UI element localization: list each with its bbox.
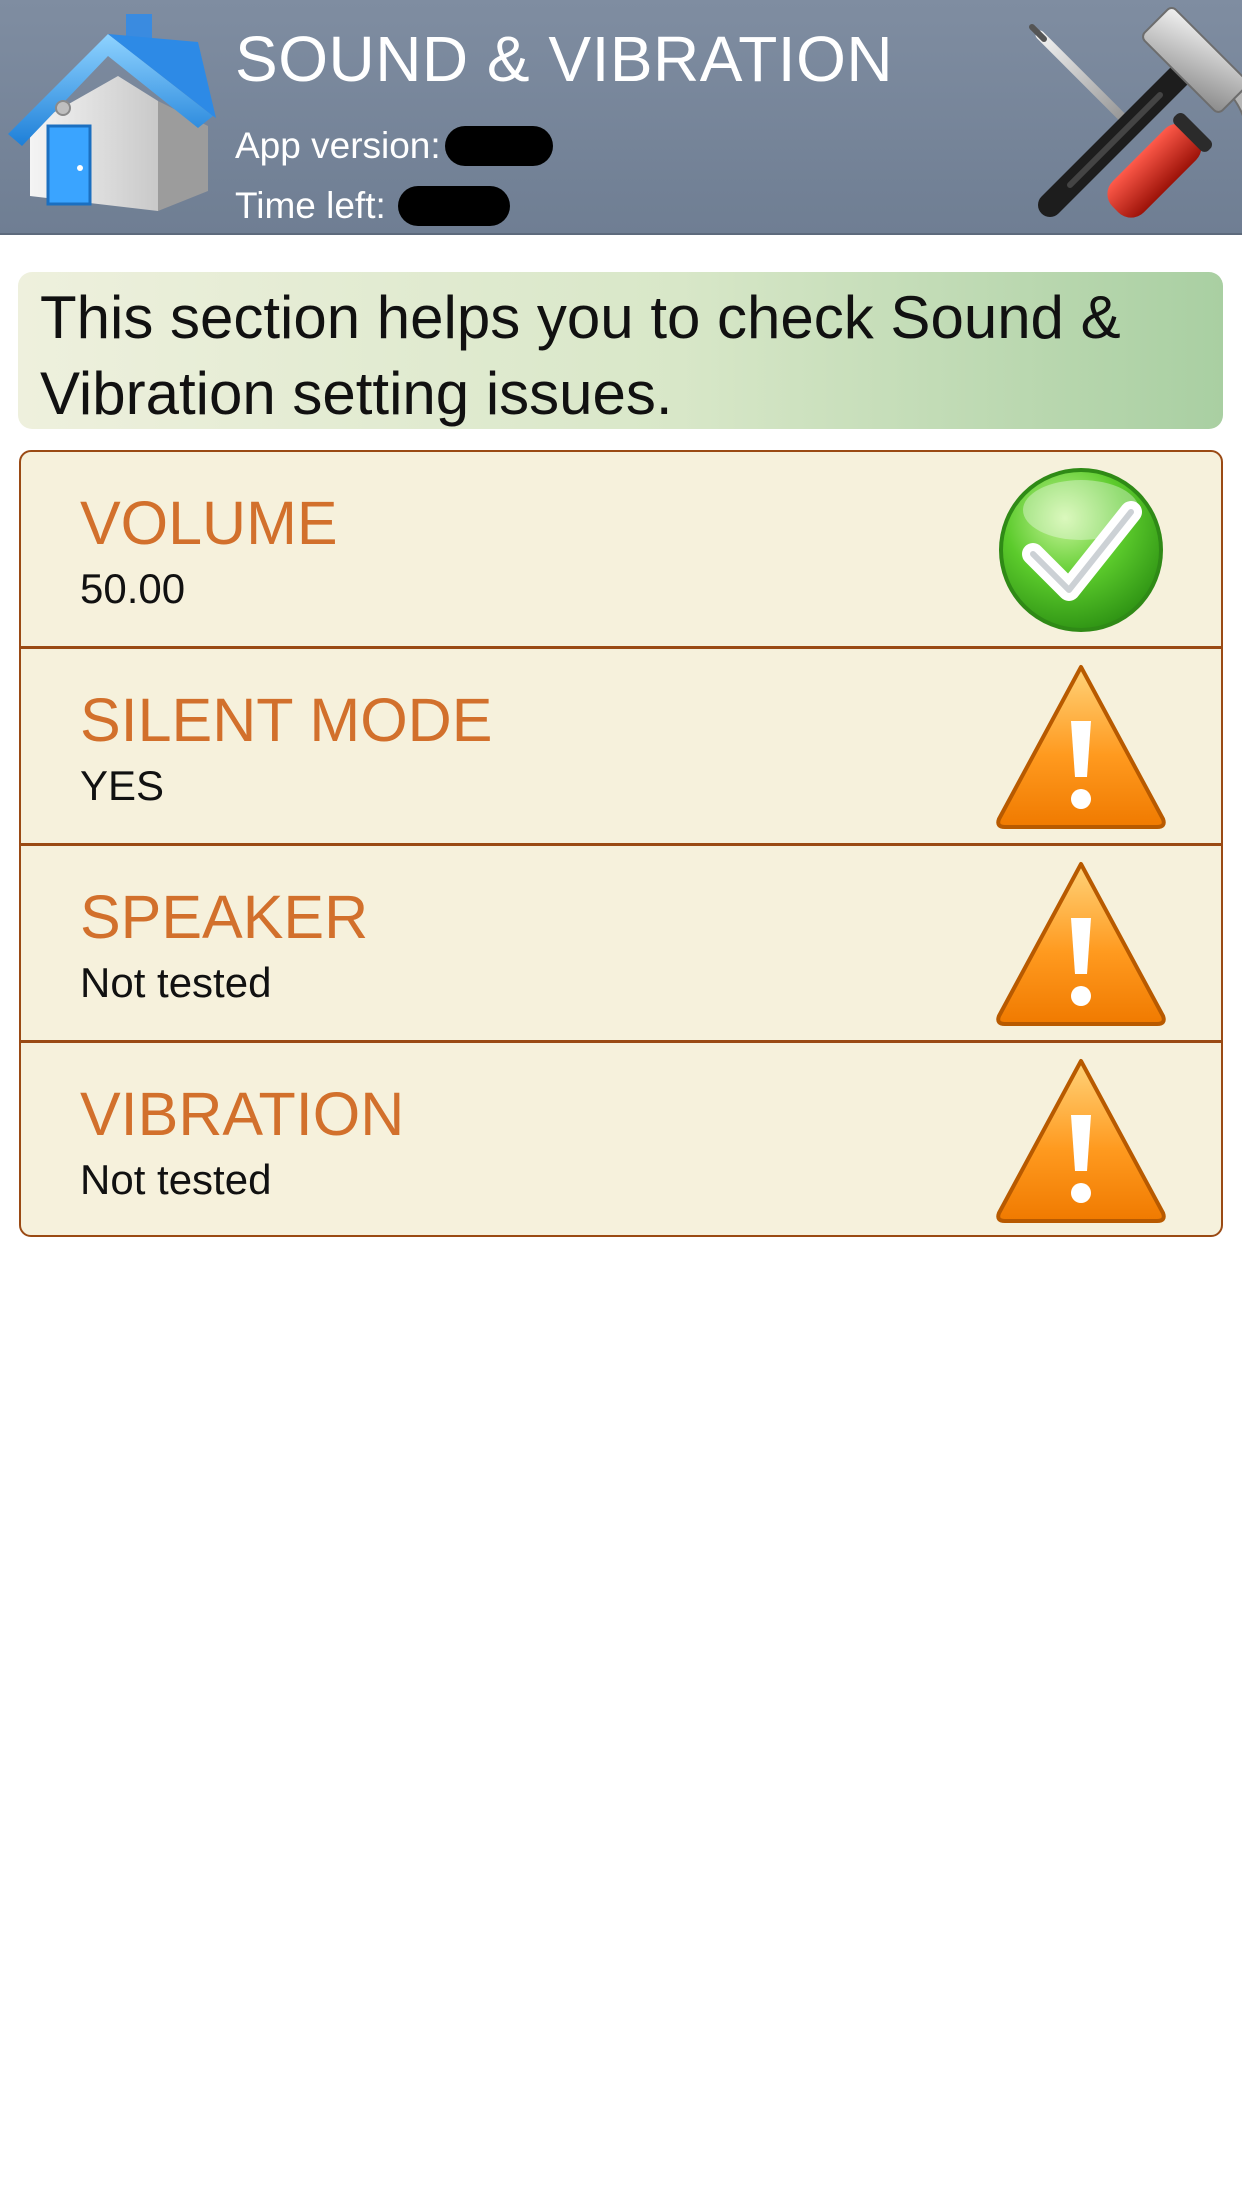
app-header: SOUND & VIBRATION App version: Time left… xyxy=(0,0,1242,235)
time-left-row: Time left: xyxy=(235,185,510,227)
check-row-vibration[interactable]: VIBRATION Not tested xyxy=(21,1043,1221,1235)
check-label: SILENT MODE xyxy=(80,686,493,754)
app-version-row: App version: xyxy=(235,125,553,167)
check-row-silent-mode[interactable]: SILENT MODE YES xyxy=(21,649,1221,846)
check-value: Not tested xyxy=(80,1156,272,1203)
check-list: VOLUME 50.00 SILENT MODE YES SPEAKER Not… xyxy=(19,450,1223,1237)
check-row-volume[interactable]: VOLUME 50.00 xyxy=(21,452,1221,649)
check-value: 50.00 xyxy=(80,565,186,612)
check-label: SPEAKER xyxy=(80,883,369,951)
warning-icon xyxy=(991,659,1171,834)
house-icon[interactable] xyxy=(8,6,218,228)
redacted-value xyxy=(444,126,553,166)
checkmark-icon xyxy=(991,462,1171,637)
check-value: YES xyxy=(80,762,165,809)
app-version-label: App version: xyxy=(235,125,441,166)
check-row-speaker[interactable]: SPEAKER Not tested xyxy=(21,846,1221,1043)
info-banner: This section helps you to check Sound & … xyxy=(18,272,1223,429)
check-label: VOLUME xyxy=(80,489,338,557)
page-title: SOUND & VIBRATION xyxy=(235,23,894,95)
tools-icon[interactable] xyxy=(1010,5,1242,230)
warning-icon xyxy=(991,1053,1171,1228)
check-label: VIBRATION xyxy=(80,1080,405,1148)
warning-icon xyxy=(991,856,1171,1031)
redacted-value xyxy=(397,186,510,226)
time-left-label: Time left: xyxy=(235,185,386,226)
check-value: Not tested xyxy=(80,959,272,1006)
